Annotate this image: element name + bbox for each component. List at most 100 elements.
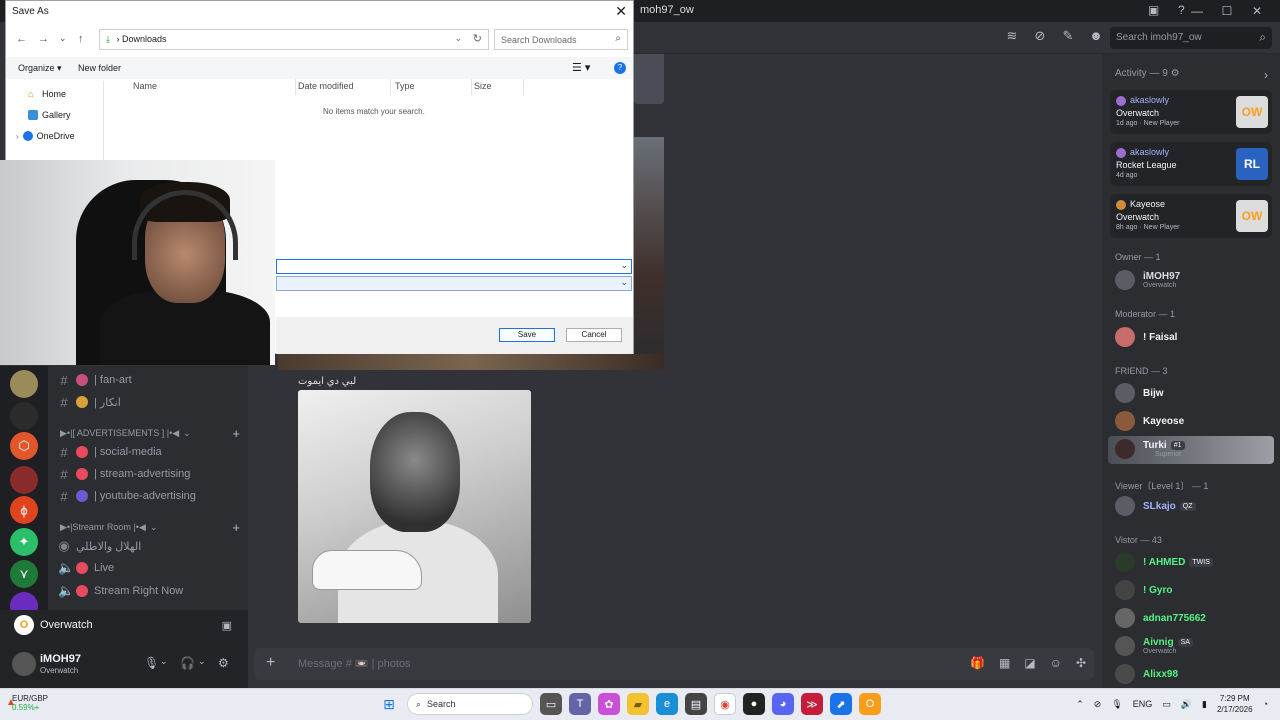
attachment-image[interactable] <box>278 354 664 370</box>
channel-social-media[interactable]: # | social-media <box>58 442 161 462</box>
member-item[interactable]: ! AHMED TWIS <box>1115 550 1275 574</box>
server-icon[interactable]: ⬡ <box>10 432 38 460</box>
task-view-icon[interactable]: ▭ <box>540 693 562 715</box>
apps-icon[interactable]: ✣ <box>1076 656 1086 670</box>
close-window-button[interactable]: ✕ <box>1242 2 1272 20</box>
organize-button[interactable]: Organize ▾ <box>18 63 62 74</box>
channel-ankar[interactable]: # | انكار <box>58 392 120 412</box>
app-icon[interactable]: ⬈ <box>830 693 852 715</box>
channel-stream-right-now[interactable]: 🔈 Stream Right Now <box>58 581 183 601</box>
member-item[interactable]: Turki #1 Superior <box>1115 437 1275 461</box>
chrome-icon[interactable]: ◉ <box>714 693 736 715</box>
battery-icon[interactable]: ▮ <box>1202 699 1207 710</box>
channel-stream-advertising[interactable]: # | stream-advertising <box>58 464 190 484</box>
column-header-size[interactable]: Size <box>474 81 492 97</box>
chevron-right-icon[interactable]: › <box>16 132 19 141</box>
chevron-down-icon[interactable]: ⌄ <box>454 33 462 44</box>
cancel-button[interactable]: Cancel <box>566 328 622 342</box>
chevron-down-icon[interactable]: ⌄ <box>198 656 206 667</box>
chevron-down-icon[interactable]: ⌄ <box>620 260 628 271</box>
minimize-button[interactable]: — <box>1182 2 1212 20</box>
members-icon[interactable]: ☻ <box>1088 28 1104 46</box>
member-item[interactable]: Aivnig SA Overwatch <box>1115 634 1275 658</box>
back-arrow-icon[interactable]: ← <box>16 33 27 45</box>
file-name-field[interactable]: ⌄ <box>276 259 632 274</box>
channel-stage[interactable]: ◉ الهلال والاطلي <box>58 536 141 556</box>
up-arrow-icon[interactable]: ↑ <box>78 33 84 45</box>
stream-game-icon[interactable]: ▣ <box>222 619 232 632</box>
nav-item-gallery[interactable]: Gallery <box>28 110 71 120</box>
microphone-icon[interactable]: 🎙 <box>1111 699 1122 710</box>
channel-fan-art[interactable]: # | fan-art <box>58 370 131 390</box>
attachment-image[interactable] <box>634 54 664 104</box>
forward-arrow-icon[interactable]: → <box>38 33 49 45</box>
app-icon[interactable]: ≫ <box>801 693 823 715</box>
new-folder-button[interactable]: New folder <box>78 63 121 73</box>
create-channel-icon[interactable]: + <box>232 520 240 535</box>
activity-bar[interactable]: O Overwatch ▣ <box>0 610 248 640</box>
volume-icon[interactable]: 🔊 <box>1181 699 1192 710</box>
microphone-icon[interactable]: 🎙 <box>144 656 159 670</box>
category-advertisements[interactable]: ▶•|[ ADVERTISEMENTS ] |•◀ ⌄ + <box>60 426 240 441</box>
file-type-select[interactable]: ⌄ <box>276 276 632 291</box>
headphones-icon[interactable]: 🎧 <box>180 656 195 670</box>
display-icon[interactable]: ▭ <box>1162 699 1171 710</box>
chevron-down-icon[interactable]: ⌄ <box>59 33 67 44</box>
stock-widget[interactable]: ▲ EUR/GBP 0.59%+ <box>6 694 48 712</box>
notifications-icon[interactable]: ◔ <box>1263 699 1268 709</box>
server-icon[interactable] <box>10 466 38 494</box>
emoji-icon[interactable]: ☺ <box>1050 656 1062 670</box>
edge-icon[interactable]: e <box>656 693 678 715</box>
view-options-icon[interactable]: ☰ ▾ <box>572 61 590 74</box>
save-button[interactable]: Save <box>499 328 555 342</box>
member-item[interactable]: Alixx98 <box>1115 662 1275 686</box>
server-icon[interactable]: ✦ <box>10 528 38 556</box>
windows-start-icon[interactable]: ⊞ <box>378 693 400 715</box>
column-header-name[interactable]: Name <box>133 81 157 97</box>
gift-icon[interactable]: 🎁 <box>970 656 985 670</box>
notifications-muted-icon[interactable]: ⊘ <box>1032 28 1048 46</box>
obs-icon[interactable]: ● <box>743 693 765 715</box>
chevron-down-icon[interactable]: ⌄ <box>160 656 168 667</box>
channel-live[interactable]: 🔈 Live <box>58 558 114 578</box>
threads-icon[interactable]: ≋ <box>1004 28 1020 46</box>
portrait-image[interactable] <box>298 390 531 623</box>
clock[interactable]: 7:29 PM 2/17/2026 <box>1217 693 1253 715</box>
category-streamr-room[interactable]: ▶•|Streamr Room |•◀ ⌄ + <box>60 520 240 535</box>
server-search-input[interactable]: Search imoh97_ow ⌕ <box>1110 27 1272 49</box>
screen-share-icon[interactable]: ▣ <box>1148 3 1159 17</box>
server-icon[interactable]: ϕ <box>10 496 38 524</box>
dialog-search-input[interactable]: Search Downloads ⌕ <box>494 29 628 50</box>
avatar[interactable] <box>12 652 36 676</box>
nav-item-onedrive[interactable]: › OneDrive <box>16 131 75 141</box>
chevron-up-icon[interactable]: ⌃ <box>1076 699 1084 710</box>
discord-icon[interactable]: ◕ <box>772 693 794 715</box>
add-attachment-icon[interactable]: + <box>266 654 275 672</box>
message-composer[interactable]: + Message # 📼 | photos 🎁 ▦ ◪ ☺ ✣ <box>254 648 1094 680</box>
help-icon[interactable]: ? <box>614 62 626 74</box>
overwatch-icon[interactable]: O <box>859 693 881 715</box>
close-icon[interactable]: ✕ <box>615 3 627 20</box>
server-icon[interactable] <box>10 370 38 398</box>
chevron-down-icon[interactable]: ⌄ <box>620 277 628 288</box>
gif-icon[interactable]: ▦ <box>999 656 1010 670</box>
store-icon[interactable]: ▤ <box>685 693 707 715</box>
settings-gear-icon[interactable]: ⚙ <box>218 656 229 670</box>
file-explorer-icon[interactable]: ▰ <box>627 693 649 715</box>
column-header-type[interactable]: Type <box>395 81 415 97</box>
column-header-date[interactable]: Date modified <box>298 81 354 97</box>
create-channel-icon[interactable]: + <box>232 426 240 441</box>
sticker-icon[interactable]: ◪ <box>1024 656 1035 670</box>
maximize-button[interactable]: ☐ <box>1212 2 1242 20</box>
language-indicator[interactable]: ENG <box>1133 699 1153 709</box>
channel-youtube-advertising[interactable]: # | youtube-advertising <box>58 486 196 506</box>
member-item[interactable]: SLkajo QZ <box>1115 494 1275 518</box>
taskbar-search[interactable]: ⌕ Search <box>407 693 533 715</box>
member-item[interactable]: ! Gyro <box>1115 578 1275 602</box>
copilot-icon[interactable]: ✿ <box>598 693 620 715</box>
network-off-icon[interactable]: ⊘ <box>1094 699 1102 710</box>
member-item[interactable]: adnan775662 <box>1115 606 1275 630</box>
address-bar[interactable]: ⤓ › Downloads ⌄ ↻ <box>99 29 489 50</box>
refresh-icon[interactable]: ↻ <box>473 32 482 45</box>
server-icon[interactable] <box>10 402 38 430</box>
